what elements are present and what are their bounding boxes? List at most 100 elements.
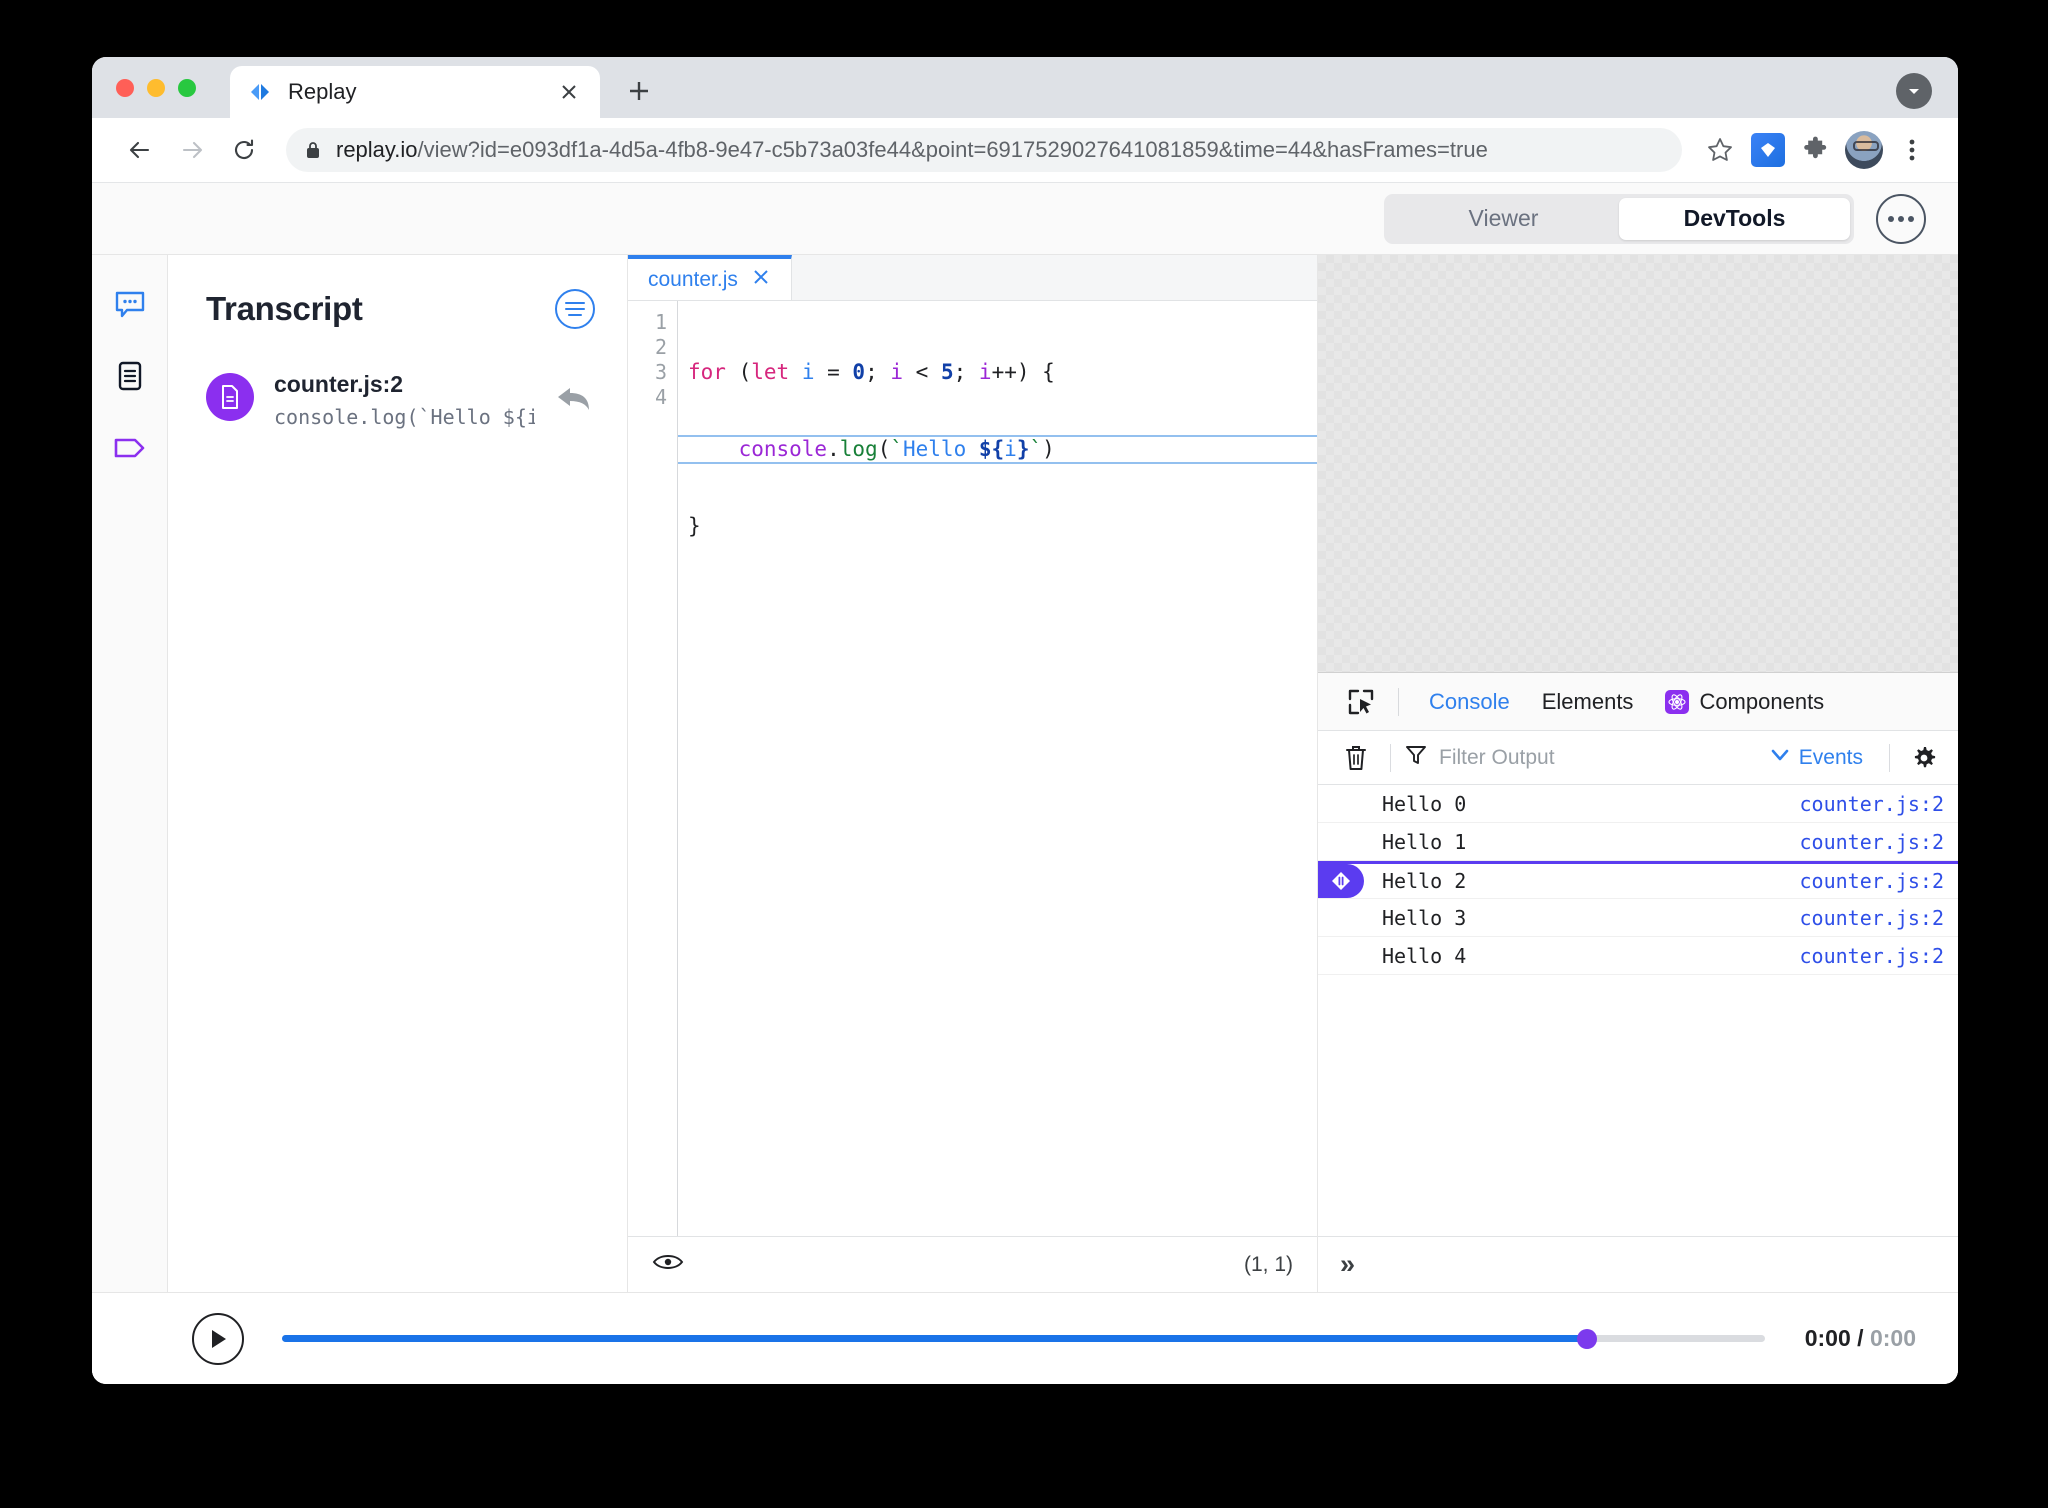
replay-extension-icon[interactable] (1744, 126, 1792, 174)
chevron-down-icon (1769, 744, 1791, 772)
timeline-track[interactable] (282, 1328, 1765, 1349)
console-source-link[interactable]: counter.js:2 (1800, 906, 1945, 930)
replay-viewport[interactable] (1318, 255, 1958, 673)
trash-icon[interactable] (1336, 738, 1376, 778)
console-message: Hello 2 (1382, 869, 1467, 893)
editor-tabbar: counter.js (628, 255, 1317, 301)
list-item[interactable]: counter.js:2 console.log(`Hello ${i… (206, 371, 595, 429)
address-bar[interactable]: replay.io/view?id=e093df1a-4d5a-4fb8-9e4… (286, 128, 1682, 172)
editor-tab-counter-js[interactable]: counter.js (628, 255, 792, 300)
reply-arrow-icon[interactable] (555, 383, 595, 417)
play-icon[interactable] (192, 1312, 244, 1365)
transcript-header: Transcript (206, 289, 595, 329)
document-lines-icon[interactable] (107, 353, 153, 399)
console-message: Hello 3 (1382, 905, 1467, 930)
profile-avatar[interactable] (1840, 126, 1888, 174)
tabstrip-menu-icon[interactable] (1896, 73, 1932, 109)
url-text: replay.io/view?id=e093df1a-4d5a-4fb8-9e4… (336, 137, 1488, 163)
mode-viewer-tab[interactable]: Viewer (1388, 198, 1619, 240)
browser-menu-icon[interactable] (1888, 126, 1936, 174)
expand-console-input-icon[interactable]: » (1340, 1249, 1355, 1280)
console-source-link[interactable]: counter.js:2 (1800, 792, 1945, 816)
console-message: Hello 0 (1382, 791, 1467, 816)
timeline-scrubber[interactable] (282, 1328, 1765, 1349)
close-icon[interactable] (751, 267, 771, 292)
url-host: replay.io (336, 137, 418, 162)
tab-components[interactable]: Components (1649, 689, 1840, 715)
editor-area[interactable]: 1 2 3 4 for (let i = 0; i < 5; i++) { co… (628, 301, 1317, 1236)
back-icon[interactable] (114, 124, 166, 176)
tab-components-label: Components (1699, 688, 1825, 714)
filter-input[interactable] (1439, 745, 1757, 770)
events-label: Events (1798, 745, 1863, 769)
filter-funnel-icon (1405, 744, 1427, 771)
console-row[interactable]: Hello 3 counter.js:2 (1318, 899, 1958, 937)
editor-tab-label: counter.js (648, 267, 738, 291)
code-line-1: for (let i = 0; i < 5; i++) { (688, 360, 1055, 384)
console-output-list[interactable]: Hello 0 counter.js:2 Hello 1 counter.js:… (1318, 785, 1958, 1236)
reload-icon[interactable] (218, 124, 270, 176)
pause-marker-icon[interactable] (1318, 864, 1364, 898)
url-path: /view?id=e093df1a-4d5a-4fb8-9e47-c5b73a0… (417, 137, 1488, 162)
transcript-panel: Transcript counter.js:2 console.log(`Hel… (168, 255, 628, 1292)
console-row[interactable]: Hello 1 counter.js:2 (1318, 823, 1958, 861)
console-source-link[interactable]: counter.js:2 (1800, 869, 1945, 893)
code-content[interactable]: for (let i = 0; i < 5; i++) { console.lo… (678, 301, 1317, 1236)
transcript-item-location: counter.js:2 (274, 371, 404, 397)
close-icon[interactable] (554, 77, 584, 107)
console-filter (1405, 744, 1757, 771)
cursor-position: (1, 1) (1243, 1252, 1293, 1276)
close-window-button[interactable] (116, 79, 134, 97)
source-editor-panel: counter.js 1 2 3 4 for (let i = 0; i < 5… (628, 255, 1318, 1292)
timeline-progress (282, 1335, 1587, 1342)
maximize-window-button[interactable] (178, 79, 196, 97)
timeline-knob[interactable] (1576, 1328, 1597, 1349)
comment-bubble-icon[interactable] (107, 281, 153, 327)
left-icon-rail (92, 255, 168, 1292)
minimize-window-button[interactable] (147, 79, 165, 97)
browser-tab-replay[interactable]: Replay (230, 66, 600, 118)
console-source-link[interactable]: counter.js:2 (1800, 830, 1945, 854)
transcript-item-snippet: console.log(`Hello ${i… (274, 405, 535, 429)
console-toolbar: Events (1318, 731, 1958, 785)
line-number: 4 (654, 385, 667, 409)
timeline-time: 0:00 / 0:00 (1805, 1325, 1916, 1352)
tab-console[interactable]: Console (1413, 689, 1526, 715)
tag-icon[interactable] (107, 425, 153, 471)
browser-tabstrip: Replay (92, 57, 1958, 118)
time-separator: / (1857, 1325, 1864, 1351)
console-footer: » (1318, 1236, 1958, 1292)
devtools-tabbar: Console Elements Components (1318, 673, 1958, 731)
devtools-panel: Console Elements Components Filter Outpu… (1318, 255, 1958, 1292)
forward-icon[interactable] (166, 124, 218, 176)
console-message: Hello 4 (1382, 943, 1467, 968)
code-line-3: } (688, 514, 701, 538)
new-tab-button[interactable] (616, 68, 662, 114)
total-time: 0:00 (1869, 1325, 1916, 1351)
view-mode-toggle: Viewer DevTools (1384, 193, 1854, 244)
puzzle-extension-icon[interactable] (1792, 126, 1840, 174)
element-picker-icon[interactable] (1338, 679, 1384, 725)
eye-icon[interactable] (652, 1250, 684, 1279)
bookmark-star-icon[interactable] (1696, 126, 1744, 174)
tab-elements[interactable]: Elements (1526, 689, 1650, 715)
tab-console-label: Console (1429, 688, 1510, 714)
list-menu-icon[interactable] (555, 289, 595, 329)
editor-footer: (1, 1) (628, 1236, 1317, 1292)
console-row-current[interactable]: Hello 2 counter.js:2 (1318, 861, 1958, 899)
app-header: Viewer DevTools (92, 183, 1958, 255)
events-dropdown[interactable]: Events (1757, 744, 1875, 772)
line-number: 2 (654, 335, 667, 359)
replay-app: Viewer DevTools Transcript counter.js:2 … (92, 183, 1958, 1384)
line-number: 1 (654, 310, 667, 334)
console-row[interactable]: Hello 4 counter.js:2 (1318, 937, 1958, 975)
app-body: Transcript counter.js:2 console.log(`Hel… (92, 255, 1958, 1292)
line-number: 3 (654, 360, 667, 384)
mode-devtools-tab[interactable]: DevTools (1619, 197, 1850, 240)
console-row[interactable]: Hello 0 counter.js:2 (1318, 785, 1958, 823)
gear-icon[interactable] (1904, 738, 1944, 778)
more-options-icon[interactable] (1876, 193, 1926, 244)
console-source-link[interactable]: counter.js:2 (1800, 944, 1945, 968)
browser-window: Replay replay.io/view?id=e093df1a-4d5a-4… (92, 57, 1958, 1384)
